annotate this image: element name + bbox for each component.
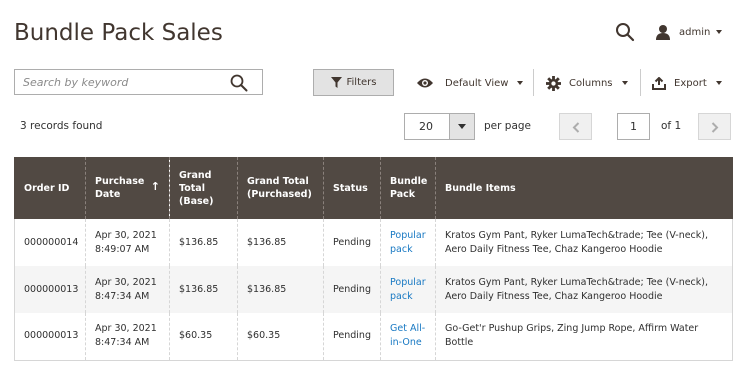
keyword-search-box[interactable] — [14, 69, 263, 95]
cell-purchase-date: Apr 30, 2021 8:49:07 AM — [85, 219, 170, 266]
cell-grand-total-purchased: $136.85 — [237, 219, 324, 266]
table-row[interactable]: 000000013 Apr 30, 2021 8:47:34 AM $60.35… — [14, 313, 733, 361]
chevron-right-icon — [711, 122, 719, 133]
column-header-status[interactable]: Status — [323, 157, 381, 219]
next-page-button[interactable] — [698, 113, 731, 140]
cell-order-id: 000000013 — [14, 313, 86, 361]
previous-page-button[interactable] — [559, 113, 592, 140]
column-header-bundle-pack[interactable]: Bundle Pack — [380, 157, 436, 219]
default-view-dropdown[interactable]: Default View — [416, 75, 524, 91]
current-page-input[interactable]: 1 — [617, 113, 650, 140]
cell-purchase-date: Apr 30, 2021 8:47:34 AM — [85, 266, 170, 313]
eye-icon — [417, 78, 433, 88]
cell-order-id: 000000013 — [14, 266, 86, 313]
cell-bundle-items: Kratos Gym Pant, Ryker LumaTech&trade; T… — [435, 219, 733, 266]
column-header-grand-total-base[interactable]: Grand Total (Base) — [169, 157, 238, 219]
filters-button[interactable]: Filters — [313, 69, 394, 96]
sort-ascending-icon: ↑ — [150, 180, 160, 193]
chevron-down-icon — [621, 81, 628, 85]
page-count: of 1 — [661, 120, 682, 132]
toolbar-divider — [533, 69, 534, 96]
cell-order-id: 000000014 — [14, 219, 86, 266]
cell-bundle-pack-link[interactable]: Get All-in-One — [380, 313, 436, 361]
column-header-label: Purchase Date — [95, 176, 145, 200]
records-count: 3 records found — [20, 120, 103, 132]
export-dropdown[interactable]: Export — [652, 75, 722, 91]
table-row[interactable]: 000000014 Apr 30, 2021 8:49:07 AM $136.8… — [14, 219, 733, 266]
cell-status: Pending — [323, 313, 381, 361]
cell-bundle-items: Go-Get'r Pushup Grips, Zing Jump Rope, A… — [435, 313, 733, 361]
chevron-left-icon — [572, 122, 580, 133]
cell-grand-total-base: $60.35 — [169, 313, 238, 361]
cell-grand-total-base: $136.85 — [169, 266, 238, 313]
cell-grand-total-purchased: $136.85 — [237, 266, 324, 313]
chevron-down-icon — [715, 81, 722, 85]
cell-bundle-pack-link[interactable]: Popular pack — [380, 266, 436, 313]
per-page-select[interactable]: 20 — [404, 113, 475, 140]
toolbar-divider — [640, 69, 641, 96]
filter-icon — [330, 77, 342, 88]
user-icon — [656, 25, 670, 40]
user-name: admin — [679, 26, 711, 38]
filters-label: Filters — [346, 77, 377, 88]
column-header-purchase-date[interactable]: Purchase Date ↑ — [85, 157, 170, 219]
chevron-down-icon — [716, 30, 723, 34]
default-view-label: Default View — [445, 77, 509, 89]
cell-purchase-date: Apr 30, 2021 8:47:34 AM — [85, 313, 170, 361]
global-search-icon[interactable] — [615, 22, 635, 42]
cell-status: Pending — [323, 219, 381, 266]
cell-status: Pending — [323, 266, 381, 313]
column-header-label: Bundle Pack — [390, 176, 428, 200]
column-header-order-id[interactable]: Order ID — [14, 157, 86, 219]
sales-grid: Order ID Purchase Date ↑ Grand Total (Ba… — [14, 157, 733, 361]
user-menu[interactable]: admin — [655, 23, 723, 41]
per-page-toggle[interactable] — [449, 114, 474, 139]
table-row[interactable]: 000000013 Apr 30, 2021 8:47:34 AM $136.8… — [14, 266, 733, 313]
column-header-bundle-items[interactable]: Bundle Items — [435, 157, 733, 219]
per-page-label: per page — [484, 120, 532, 132]
search-icon[interactable] — [230, 74, 248, 96]
column-header-grand-total-purchased[interactable]: Grand Total (Purchased) — [237, 157, 324, 219]
columns-label: Columns — [569, 77, 613, 89]
chevron-down-icon — [458, 124, 466, 129]
search-input[interactable] — [23, 74, 223, 90]
gear-icon — [546, 75, 561, 91]
cell-bundle-pack-link[interactable]: Popular pack — [380, 219, 436, 266]
chevron-down-icon — [517, 81, 524, 85]
page-title: Bundle Pack Sales — [14, 20, 223, 46]
cell-grand-total-purchased: $60.35 — [237, 313, 324, 361]
per-page-value: 20 — [419, 120, 433, 133]
export-label: Export — [674, 77, 707, 89]
columns-dropdown[interactable]: Columns — [546, 75, 628, 91]
cell-bundle-items: Kratos Gym Pant, Ryker LumaTech&trade; T… — [435, 266, 733, 313]
cell-grand-total-base: $136.85 — [169, 219, 238, 266]
table-header-row: Order ID Purchase Date ↑ Grand Total (Ba… — [14, 157, 733, 219]
export-icon — [652, 76, 666, 90]
